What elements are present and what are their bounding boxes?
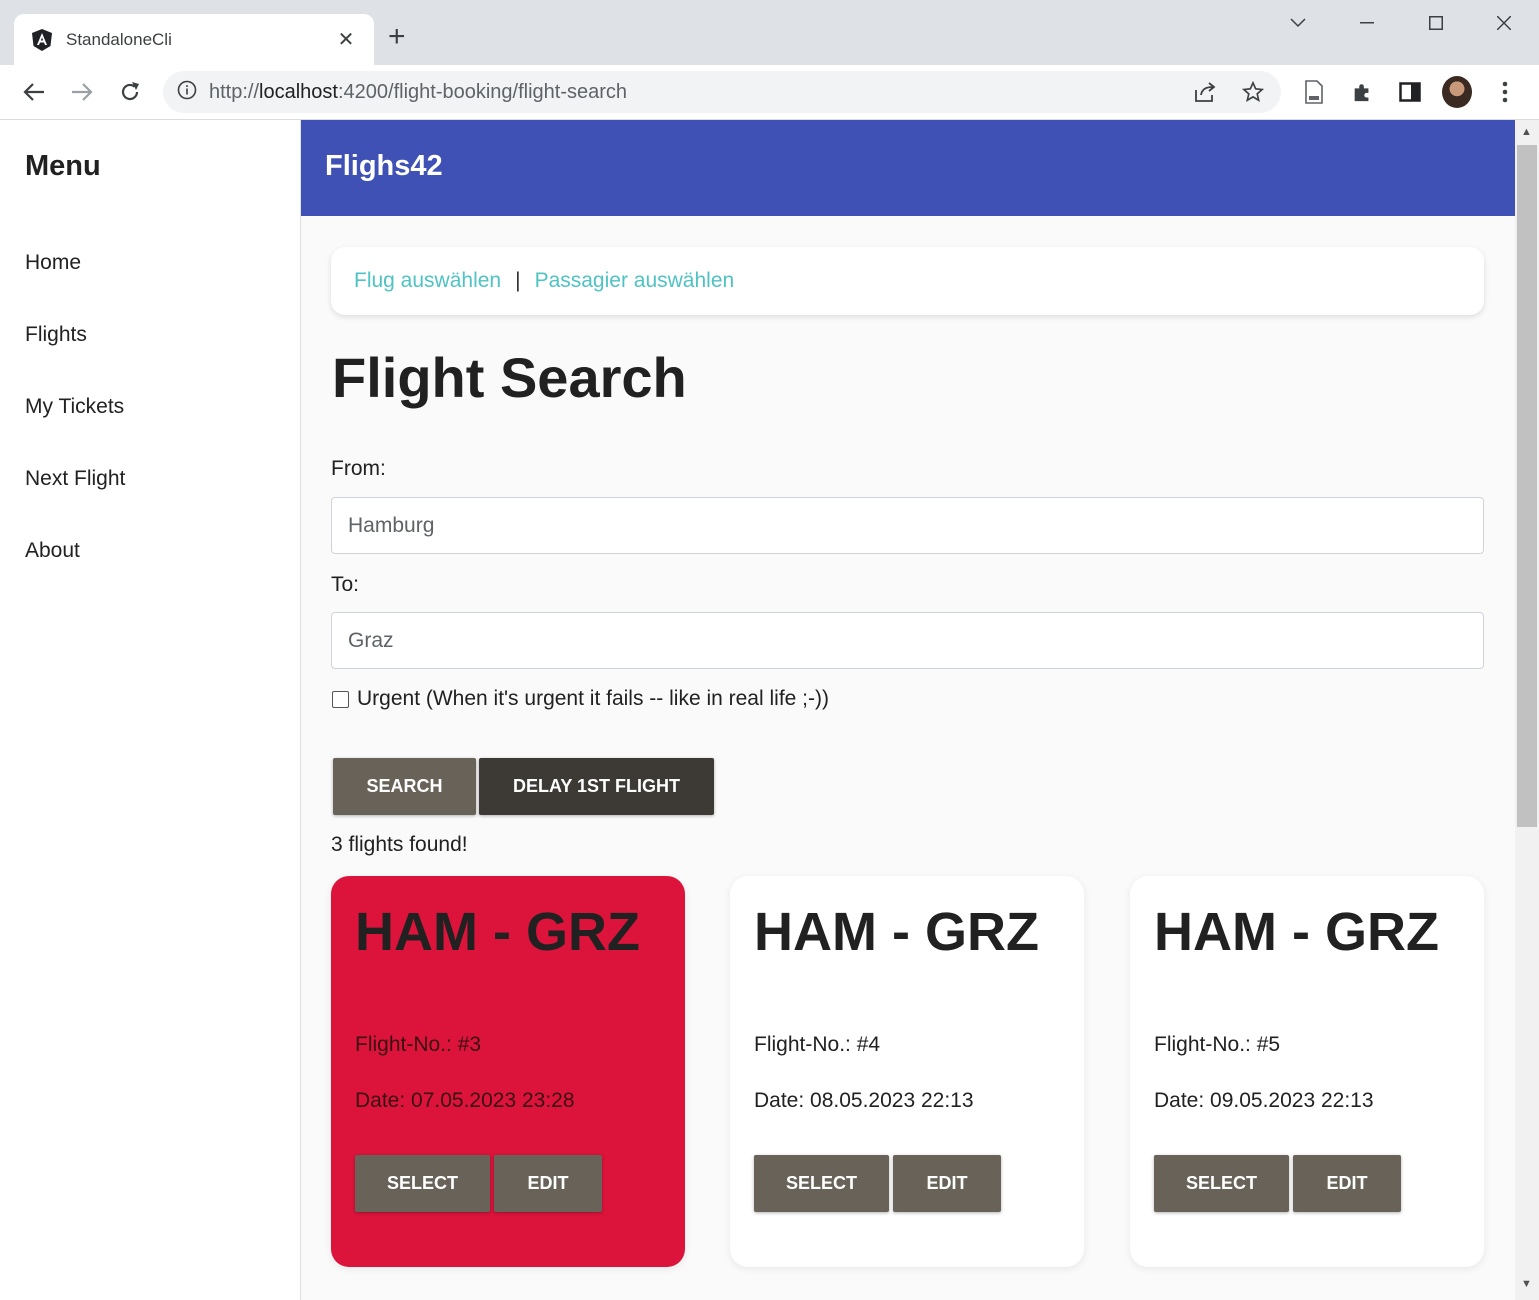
more-menu-icon[interactable] [1490, 77, 1520, 107]
close-window-icon[interactable] [1489, 8, 1519, 38]
to-input[interactable]: Graz [331, 612, 1484, 669]
forward-icon[interactable] [67, 77, 97, 107]
urgent-checkbox[interactable] [332, 690, 349, 708]
edit-button[interactable]: EDIT [494, 1155, 602, 1212]
flight-date: Date: 08.05.2023 22:13 [754, 1089, 974, 1112]
extensions-icon[interactable] [1347, 77, 1377, 107]
share-icon[interactable] [1190, 77, 1220, 107]
url-text: http://localhost:4200/flight-booking/fli… [209, 80, 628, 103]
flight-date: Date: 07.05.2023 23:28 [355, 1089, 575, 1112]
sidebar-item-home[interactable]: Home [25, 251, 81, 275]
angular-icon [30, 28, 54, 52]
maximize-icon[interactable] [1421, 8, 1451, 38]
app-root: Menu Home Flights My Tickets Next Flight… [0, 120, 1515, 1300]
back-icon[interactable] [19, 77, 49, 107]
search-button[interactable]: SEARCH [333, 758, 476, 815]
scroll-up-icon[interactable]: ▲ [1521, 126, 1532, 138]
result-count: 3 flights found! [331, 833, 468, 856]
new-tab-icon[interactable]: + [388, 22, 406, 52]
site-info-icon[interactable] [177, 80, 197, 105]
from-input[interactable]: Hamburg [331, 497, 1484, 554]
tab-search-icon[interactable] [1283, 8, 1313, 38]
breadcrumb-step-passenger[interactable]: Passagier auswählen [535, 269, 735, 293]
close-tab-icon[interactable]: ✕ [334, 27, 358, 52]
sidebar-item-flights[interactable]: Flights [25, 323, 87, 347]
urgent-label: Urgent (When it's urgent it fails -- lik… [357, 687, 829, 710]
to-label: To: [331, 573, 360, 596]
breadcrumb-separator: | [515, 269, 521, 292]
page-scrollbar[interactable]: ▲ ▼ [1515, 120, 1539, 1300]
flight-number: Flight-No.: #4 [754, 1033, 881, 1056]
breadcrumb: Flug auswählen | Passagier auswählen [331, 247, 1484, 315]
app-header: Flighs42 [301, 120, 1515, 216]
urgent-row: Urgent (When it's urgent it fails -- lik… [332, 687, 829, 711]
breadcrumb-step-flight[interactable]: Flug auswählen [354, 269, 501, 293]
page-title: Flight Search [332, 346, 687, 409]
flight-card: HAM - GRZ Flight-No.: #3 Date: 07.05.202… [331, 876, 685, 1267]
sidebar: Menu Home Flights My Tickets Next Flight… [0, 120, 301, 1300]
scrollbar-thumb[interactable] [1517, 145, 1537, 827]
avatar [1442, 76, 1472, 108]
flight-date: Date: 09.05.2023 22:13 [1154, 1089, 1374, 1112]
flight-route: HAM - GRZ [355, 902, 640, 962]
star-icon[interactable] [1238, 77, 1268, 107]
brand-title[interactable]: Flighs42 [325, 150, 443, 183]
browser-titlebar: StandaloneCli ✕ + [0, 0, 1539, 65]
flight-card: HAM - GRZ Flight-No.: #5 Date: 09.05.202… [1130, 876, 1484, 1267]
sidebar-item-next-flight[interactable]: Next Flight [25, 467, 125, 491]
minimize-icon[interactable] [1352, 8, 1382, 38]
sidebar-item-my-tickets[interactable]: My Tickets [25, 395, 124, 419]
edit-button[interactable]: EDIT [1293, 1155, 1401, 1212]
flight-number: Flight-No.: #5 [1154, 1033, 1281, 1056]
from-label: From: [331, 457, 386, 480]
flight-number: Flight-No.: #3 [355, 1033, 482, 1056]
browser-toolbar: http://localhost:4200/flight-booking/fli… [0, 65, 1539, 120]
profile-avatar[interactable] [1442, 76, 1472, 108]
document-icon[interactable] [1299, 77, 1329, 107]
flight-route: HAM - GRZ [754, 902, 1039, 962]
main-content: Flighs42 Flug auswählen | Passagier ausw… [301, 120, 1515, 1300]
delay-first-flight-button[interactable]: DELAY 1ST FLIGHT [479, 758, 714, 815]
edit-button[interactable]: EDIT [893, 1155, 1001, 1212]
select-button[interactable]: SELECT [754, 1155, 889, 1212]
flight-card: HAM - GRZ Flight-No.: #4 Date: 08.05.202… [730, 876, 1084, 1267]
tab-title: StandaloneCli [66, 29, 172, 49]
browser-tab[interactable]: StandaloneCli ✕ [14, 14, 374, 65]
address-bar[interactable]: http://localhost:4200/flight-booking/fli… [163, 71, 1281, 113]
select-button[interactable]: SELECT [1154, 1155, 1289, 1212]
scroll-down-icon[interactable]: ▼ [1521, 1278, 1532, 1290]
flight-route: HAM - GRZ [1154, 902, 1439, 962]
sidebar-title: Menu [25, 150, 101, 182]
side-panel-icon[interactable] [1395, 77, 1425, 107]
select-button[interactable]: SELECT [355, 1155, 490, 1212]
reload-icon[interactable] [115, 77, 145, 107]
sidebar-item-about[interactable]: About [25, 539, 80, 563]
